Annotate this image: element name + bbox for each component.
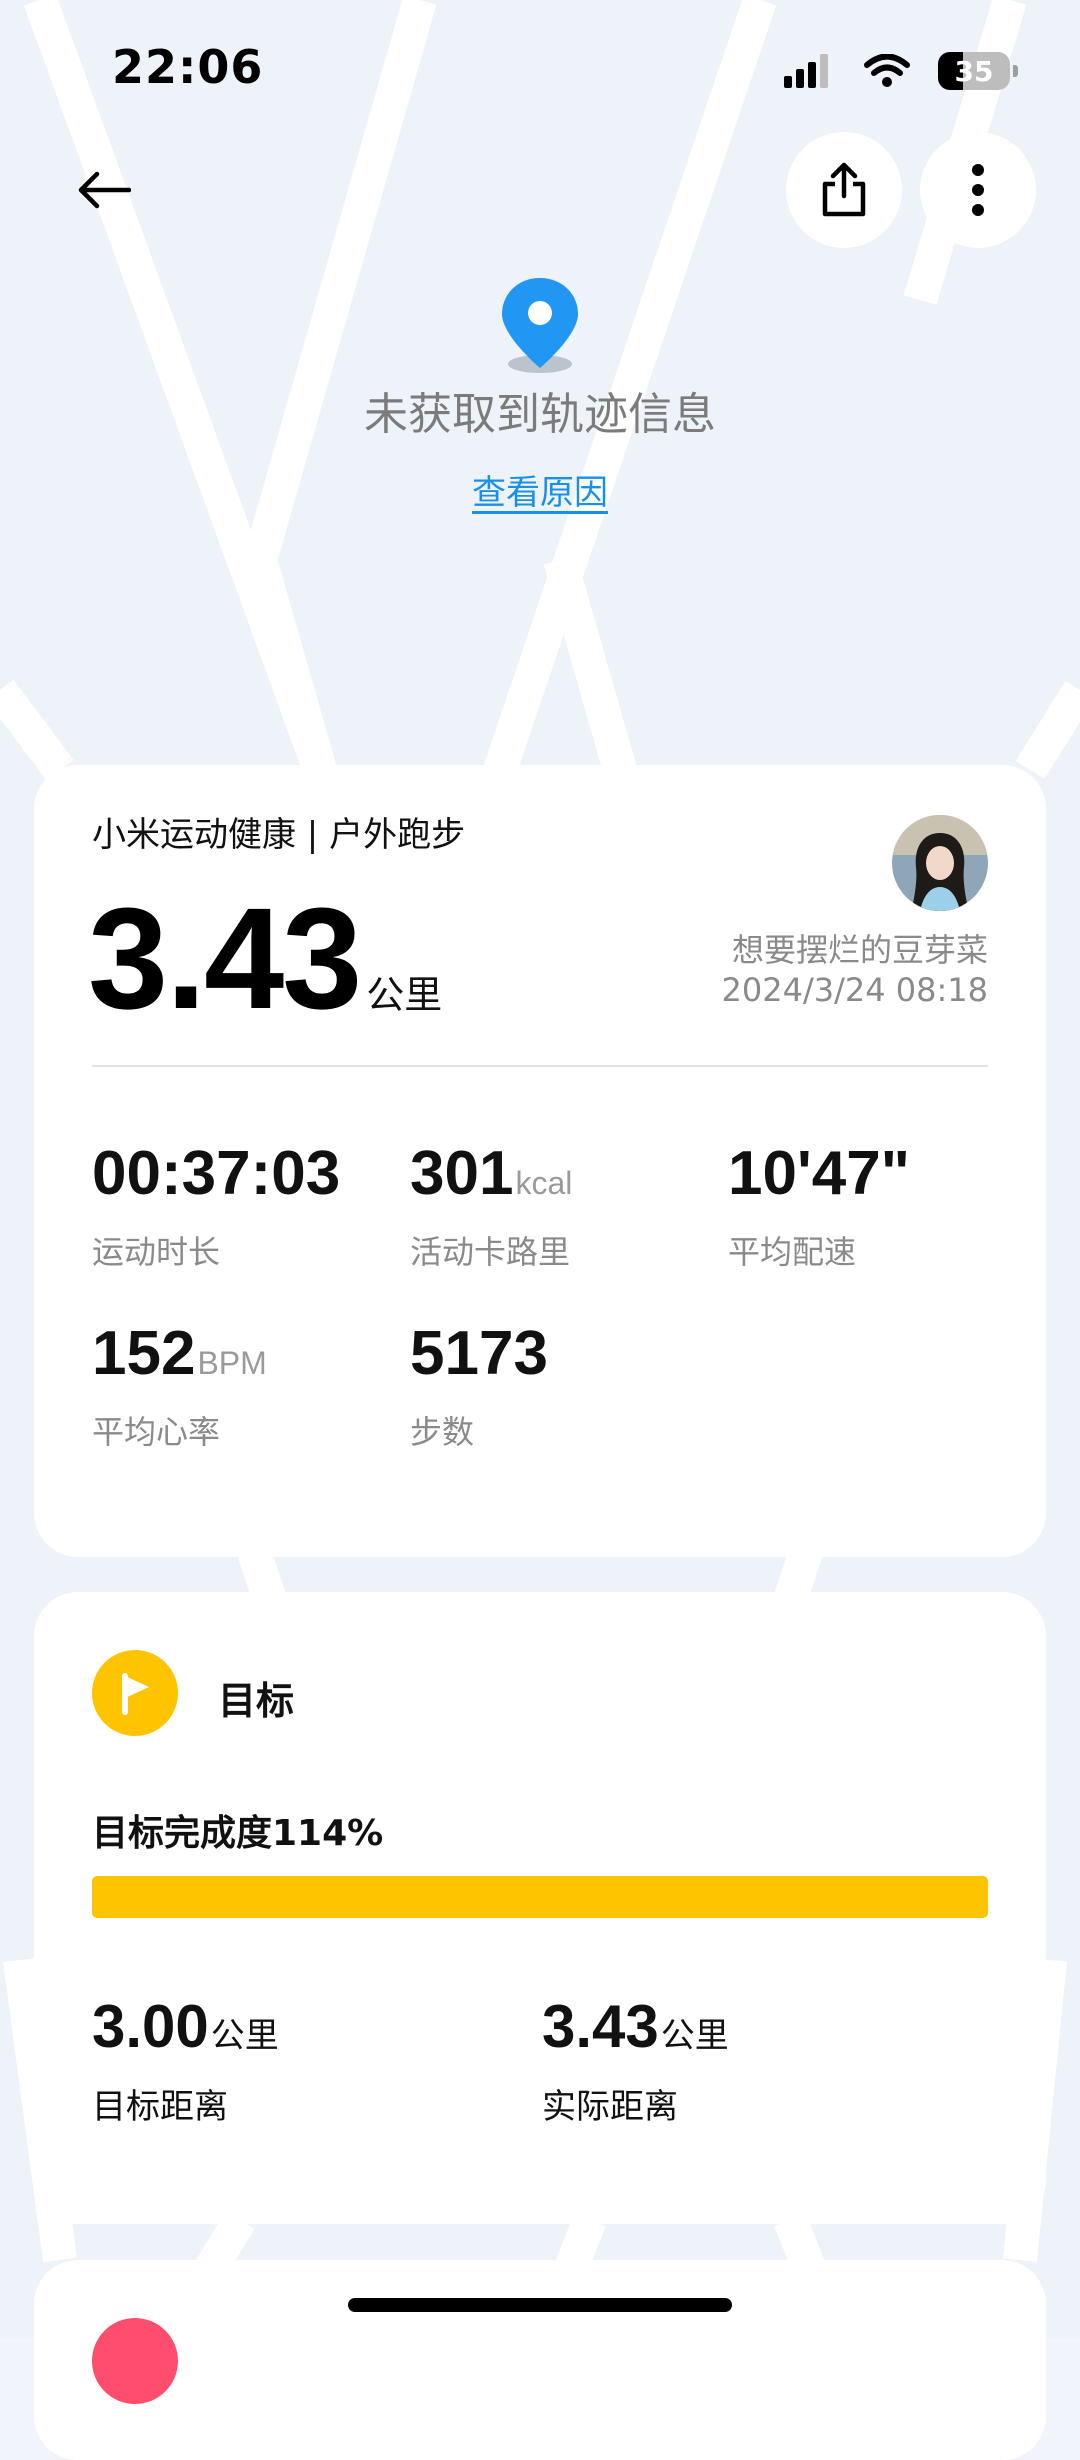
metric-steps: 5173 步数 (410, 1323, 548, 1453)
goal-progress-bar (92, 1876, 988, 1918)
workout-summary-card: 小米运动健康 | 户外跑步 3.43 公里 想要摆烂的豆芽菜 2024/3/24… (34, 765, 1046, 1557)
target-distance-unit: 公里 (210, 2017, 279, 2055)
actual-distance-value: 3.43 (542, 1993, 659, 2060)
calories-value: 301 (410, 1139, 514, 1208)
heart-rate-value: 152 (92, 1319, 196, 1388)
home-indicator[interactable] (348, 2298, 732, 2312)
wifi-icon (864, 54, 910, 87)
username: 想要摆烂的豆芽菜 (731, 931, 988, 969)
more-button[interactable] (920, 132, 1036, 248)
heart-rate-unit: BPM (197, 1345, 267, 1381)
duration-value: 00:37:03 (92, 1139, 341, 1208)
battery-percentage: 35 (954, 54, 994, 88)
avatar[interactable] (892, 815, 988, 911)
back-button[interactable] (64, 150, 144, 230)
heart-rate-value-row: 152BPM (92, 1323, 267, 1385)
divider (92, 1065, 988, 1067)
cellular-signal-icon (784, 54, 828, 88)
share-button[interactable] (786, 132, 902, 248)
battery-icon: 35 (938, 52, 1010, 90)
workout-datetime: 2024/3/24 08:18 (721, 971, 988, 1009)
metric-heart-rate: 152BPM 平均心率 (92, 1323, 267, 1453)
location-pin-icon (502, 278, 578, 373)
goal-flag-icon (92, 1650, 178, 1736)
total-distance: 3.43 公里 (88, 887, 442, 1031)
steps-label: 步数 (410, 1413, 475, 1451)
arrow-left-icon (78, 171, 131, 209)
more-vertical-icon (972, 164, 984, 216)
flag-icon (122, 1673, 149, 1715)
target-distance: 3.00公里 目标距离 (92, 1997, 279, 2128)
target-distance-label: 目标距离 (92, 2087, 228, 2127)
status-time: 22:06 (112, 40, 264, 94)
distance-unit: 公里 (366, 973, 443, 1017)
calories-value-row: 301kcal (410, 1143, 572, 1205)
duration-label: 运动时长 (92, 1233, 221, 1271)
goal-card: 目标 目标完成度114% 3.00公里 目标距离 3.43公里 实际距离 (34, 1592, 1046, 2224)
calories-label: 活动卡路里 (410, 1233, 571, 1271)
pace-value: 10'47" (728, 1139, 911, 1208)
actual-distance-unit: 公里 (660, 2017, 729, 2055)
actual-distance: 3.43公里 实际距离 (542, 1997, 729, 2128)
goal-title: 目标 (218, 1679, 295, 1723)
target-distance-value-row: 3.00公里 (92, 1997, 279, 2057)
steps-value: 5173 (410, 1319, 548, 1388)
heart-rate-label: 平均心率 (92, 1413, 221, 1451)
distance-value: 3.43 (88, 878, 362, 1039)
battery-cap (1013, 65, 1018, 77)
target-distance-value: 3.00 (92, 1993, 209, 2060)
share-icon (822, 162, 866, 217)
next-section-card (34, 2260, 1046, 2460)
pace-label: 平均配速 (728, 1233, 857, 1271)
workout-source-title: 小米运动健康 | 户外跑步 (92, 815, 466, 855)
goal-progress-fill (92, 1876, 988, 1918)
metric-pace: 10'47" 平均配速 (728, 1143, 910, 1273)
section-icon (92, 2318, 178, 2404)
calories-unit: kcal (515, 1165, 573, 1201)
view-reason-link[interactable]: 查看原因 (0, 465, 1080, 514)
metric-duration: 00:37:03 运动时长 (92, 1143, 340, 1273)
avatar-image (892, 815, 988, 911)
goal-completion: 目标完成度114% (92, 1813, 384, 1854)
actual-distance-label: 实际距离 (542, 2087, 678, 2127)
status-icons: 35 (784, 52, 1018, 90)
actual-distance-value-row: 3.43公里 (542, 1997, 729, 2057)
no-track-message: 未获取到轨迹信息 (364, 389, 716, 440)
metric-calories: 301kcal 活动卡路里 (410, 1143, 572, 1273)
